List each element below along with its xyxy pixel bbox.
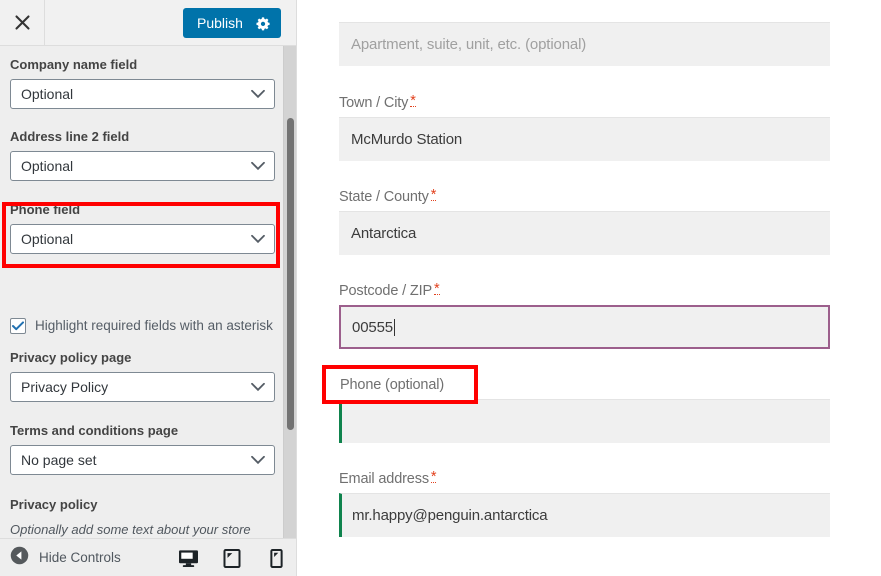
required-asterisk: *	[434, 281, 440, 297]
required-asterisk: *	[410, 93, 416, 109]
text-cursor	[393, 318, 395, 336]
device-preview-buttons	[176, 539, 288, 576]
label-text: State / County	[339, 189, 429, 205]
sidebar-scrollbar-track[interactable]	[283, 46, 296, 538]
close-icon	[14, 14, 31, 31]
required-asterisk: *	[430, 469, 437, 485]
customizer-sidebar: Publish Company name field Optional Addr…	[0, 0, 297, 576]
publish-button-label: Publish	[197, 15, 243, 31]
address-line-2-input[interactable]: Apartment, suite, unit, etc. (optional)	[339, 22, 830, 66]
desktop-icon[interactable]	[176, 546, 200, 570]
control-terms-conditions-page: Terms and conditions page No page set	[10, 423, 275, 475]
sidebar-footer: Hide Controls	[0, 538, 296, 576]
chevron-down-icon	[251, 382, 265, 392]
postcode-zip-value: 00555	[352, 318, 393, 336]
hide-controls-button[interactable]: Hide Controls	[0, 546, 121, 570]
chevron-down-icon	[251, 234, 265, 244]
highlight-required-fields-label: Highlight required fields with an asteri…	[35, 318, 273, 333]
annotation-phone-label-text: Phone (optional)	[340, 377, 445, 393]
terms-conditions-page-select[interactable]: No page set	[10, 445, 275, 475]
company-name-field-select[interactable]: Optional	[10, 79, 275, 109]
checkout-preview: Apartment, suite, unit, etc. (optional) …	[298, 0, 881, 576]
chevron-down-icon	[251, 89, 265, 99]
email-address-input[interactable]: mr.happy@penguin.antarctica	[339, 493, 830, 537]
field-state-county: State / County * Antarctica	[339, 188, 830, 255]
select-value: Privacy Policy	[21, 379, 109, 395]
privacy-policy-section: Privacy policy Optionally add some text …	[10, 497, 262, 538]
tablet-icon[interactable]	[220, 546, 244, 570]
postcode-zip-input[interactable]: 00555	[339, 305, 830, 349]
town-city-input[interactable]: McMurdo Station	[339, 117, 830, 161]
highlight-required-fields-row[interactable]: Highlight required fields with an asteri…	[10, 318, 273, 334]
privacy-policy-title: Privacy policy	[10, 497, 98, 512]
select-value: No page set	[21, 452, 97, 468]
field-address-line-2: Apartment, suite, unit, etc. (optional)	[339, 22, 830, 66]
control-label: Address line 2 field	[10, 129, 130, 144]
customizer-screen: Publish Company name field Optional Addr…	[0, 0, 881, 576]
privacy-policy-page-select[interactable]: Privacy Policy	[10, 372, 275, 402]
hide-controls-label: Hide Controls	[39, 550, 121, 565]
phone-input[interactable]	[339, 399, 830, 443]
chevron-down-icon	[251, 455, 265, 465]
control-privacy-policy-page: Privacy policy page Privacy Policy	[10, 350, 275, 402]
postcode-zip-label: Postcode / ZIP *	[339, 282, 830, 300]
address-line-2-field-select[interactable]: Optional	[10, 151, 275, 181]
chevron-down-icon	[251, 161, 265, 171]
highlight-required-fields-checkbox[interactable]	[10, 318, 26, 334]
sidebar-scroll-area[interactable]: Company name field Optional Address line…	[0, 46, 296, 538]
gear-icon[interactable]	[256, 16, 271, 31]
required-asterisk: *	[430, 187, 437, 203]
select-value: Optional	[21, 231, 74, 247]
control-address-line-2-field: Address line 2 field Optional	[10, 129, 275, 181]
sidebar-scrollbar-thumb[interactable]	[287, 118, 294, 430]
label-text: Town / City	[339, 95, 409, 111]
control-company-name-field: Company name field Optional	[10, 57, 275, 109]
label-text: Postcode / ZIP	[339, 283, 432, 299]
email-address-label: Email address *	[339, 470, 830, 488]
field-email-address: Email address * mr.happy@penguin.antarcti…	[339, 470, 830, 537]
chevron-left-circle-icon	[10, 546, 29, 570]
field-town-city: Town / City * McMurdo Station	[339, 94, 830, 161]
field-postcode-zip: Postcode / ZIP * 00555	[339, 282, 830, 349]
town-city-label: Town / City *	[339, 94, 830, 112]
select-value: Optional	[21, 158, 74, 174]
mobile-icon[interactable]	[264, 546, 288, 570]
sidebar-header: Publish	[0, 0, 296, 46]
control-label: Terms and conditions page	[10, 423, 179, 438]
select-value: Optional	[21, 86, 74, 102]
close-panel-button[interactable]	[0, 0, 45, 45]
label-text: Email address	[339, 471, 429, 487]
control-label: Company name field	[10, 57, 138, 72]
publish-button[interactable]: Publish	[183, 8, 281, 38]
state-county-label: State / County *	[339, 188, 830, 206]
privacy-policy-description: Optionally add some text about your stor…	[10, 522, 251, 537]
phone-field-select[interactable]: Optional	[10, 224, 275, 254]
control-phone-field: Phone field Optional	[10, 202, 275, 254]
state-county-input[interactable]: Antarctica	[339, 211, 830, 255]
control-label: Phone field	[10, 202, 81, 217]
control-label: Privacy policy page	[10, 350, 132, 365]
